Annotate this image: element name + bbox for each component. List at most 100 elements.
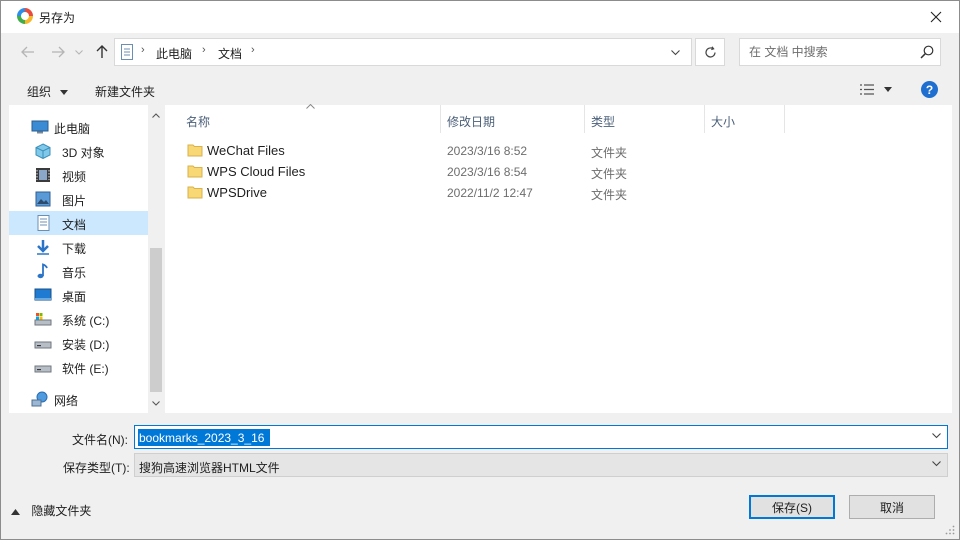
scroll-down-icon[interactable]	[152, 401, 160, 406]
sidebar-item-label: 软件 (E:)	[62, 362, 109, 376]
document-location-icon	[121, 44, 133, 60]
organize-label: 组织	[27, 85, 52, 99]
filename-label: 文件名(N):	[72, 433, 128, 447]
sidebar-item-network[interactable]: 网络	[9, 387, 148, 411]
file-type: 文件夹	[591, 188, 628, 202]
hide-folders-toggle[interactable]: 隐藏文件夹	[11, 502, 91, 519]
address-bar[interactable]: › 此电脑 › 文档 ›	[114, 38, 692, 66]
filetype-label: 保存类型(T):	[63, 461, 130, 475]
sidebar-item-music[interactable]: 音乐	[9, 259, 148, 283]
sidebar-item-videos[interactable]: 视频	[9, 163, 148, 187]
back-button[interactable]	[17, 41, 39, 63]
help-button[interactable]: ?	[921, 81, 938, 98]
column-header-name[interactable]: 名称	[180, 104, 441, 133]
breadcrumb-documents[interactable]: 文档	[218, 45, 242, 62]
cube-3d-icon	[35, 143, 51, 159]
sidebar-item-label: 系统 (C:)	[62, 314, 110, 328]
up-button[interactable]	[91, 41, 113, 63]
folder-icon	[187, 165, 203, 178]
arrow-up-icon	[96, 45, 108, 58]
breadcrumb-this-pc[interactable]: 此电脑	[156, 45, 192, 62]
file-modified: 2022/11/2 12:47	[447, 186, 533, 200]
title-bar: 另存为	[1, 1, 959, 33]
column-header-label: 类型	[591, 115, 616, 129]
sidebar-item-label: 视频	[62, 170, 87, 184]
column-header-label: 名称	[186, 115, 211, 129]
caret-down-icon	[884, 87, 893, 92]
filetype-select[interactable]: 搜狗高速浏览器HTML文件	[134, 453, 948, 477]
organize-button[interactable]: 组织	[27, 83, 69, 100]
sidebar-item-label: 3D 对象	[62, 146, 105, 160]
details-view-icon	[860, 84, 874, 95]
folder-icon	[187, 186, 203, 199]
new-folder-button[interactable]: 新建文件夹	[95, 83, 155, 100]
chevron-down-icon[interactable]	[671, 50, 680, 56]
breadcrumb-separator: ›	[202, 44, 206, 56]
sidebar-item-label: 文档	[62, 218, 87, 232]
file-list: 名称 修改日期 类型 大小 WeChat Files 2023/3/16 8:5…	[165, 104, 952, 413]
scroll-up-icon[interactable]	[152, 113, 160, 118]
sidebar-item-documents[interactable]: 文档	[9, 211, 148, 235]
sidebar-item-label: 安装 (D:)	[62, 338, 110, 352]
sidebar-item-label: 音乐	[62, 266, 87, 280]
search-icon[interactable]	[920, 45, 934, 59]
search-box[interactable]	[739, 38, 941, 66]
column-header-size[interactable]: 大小	[705, 105, 785, 133]
column-header-date[interactable]: 修改日期	[441, 105, 585, 133]
arrow-left-icon	[21, 46, 34, 58]
sort-ascending-icon	[306, 104, 315, 109]
resize-grip-icon[interactable]	[945, 525, 955, 535]
view-options-button[interactable]	[859, 83, 893, 99]
desktop-icon	[34, 288, 52, 301]
filename-combobox[interactable]	[134, 425, 948, 449]
sidebar-item-this-pc[interactable]: 此电脑	[9, 115, 148, 139]
computer-icon	[31, 120, 49, 134]
sidebar-item-label: 桌面	[62, 290, 87, 304]
file-row[interactable]: WPSDrive 2022/11/2 12:47 文件夹	[165, 182, 952, 203]
refresh-button[interactable]	[695, 38, 725, 66]
chevron-down-icon[interactable]	[932, 433, 941, 439]
chevron-down-icon	[75, 49, 83, 55]
close-icon	[930, 11, 942, 22]
search-input[interactable]	[740, 39, 910, 65]
sidebar-item-system-drive[interactable]: 系统 (C:)	[9, 307, 148, 331]
sidebar-scroll-thumb[interactable]	[150, 248, 162, 392]
file-row[interactable]: WPS Cloud Files 2023/3/16 8:54 文件夹	[165, 161, 952, 182]
sidebar-item-desktop[interactable]: 桌面	[9, 283, 148, 307]
sidebar-item-drive-e[interactable]: 软件 (E:)	[9, 355, 148, 379]
hide-folders-label: 隐藏文件夹	[31, 504, 92, 518]
chevron-down-icon	[932, 461, 941, 467]
file-name: WPS Cloud Files	[207, 164, 306, 179]
filetype-value: 搜狗高速浏览器HTML文件	[139, 461, 280, 475]
sidebar-item-label: 下载	[62, 242, 87, 256]
recent-locations-button[interactable]	[71, 41, 87, 63]
sidebar-item-3d-objects[interactable]: 3D 对象	[9, 139, 148, 163]
browser-app-icon	[17, 8, 33, 24]
breadcrumb-separator: ›	[141, 44, 145, 56]
folder-icon	[187, 144, 203, 157]
column-header-type[interactable]: 类型	[585, 105, 705, 133]
arrow-right-icon	[52, 46, 65, 58]
music-icon	[37, 263, 48, 279]
system-drive-icon	[34, 313, 52, 326]
navigation-pane: 此电脑 3D 对象 视频 图片 文档 下载 音乐 桌面 系统 (C:) 安装 (…	[9, 105, 164, 413]
sidebar-item-drive-d[interactable]: 安装 (D:)	[9, 331, 148, 355]
file-name: WeChat Files	[207, 143, 285, 158]
sidebar-item-label: 图片	[62, 194, 87, 208]
close-button[interactable]	[913, 1, 959, 32]
video-icon	[36, 168, 50, 182]
filename-input[interactable]	[138, 429, 270, 446]
window-title: 另存为	[39, 11, 76, 25]
sidebar-item-downloads[interactable]: 下载	[9, 235, 148, 259]
column-header-label: 大小	[711, 115, 736, 129]
toolbar: 组织 新建文件夹	[1, 75, 959, 105]
cancel-button[interactable]: 取消	[849, 495, 935, 519]
help-icon: ?	[925, 82, 934, 97]
file-row[interactable]: WeChat Files 2023/3/16 8:52 文件夹	[165, 140, 952, 161]
sidebar-item-label: 网络	[54, 394, 79, 408]
save-button[interactable]: 保存(S)	[749, 495, 835, 519]
forward-button[interactable]	[47, 41, 69, 63]
sidebar-item-pictures[interactable]: 图片	[9, 187, 148, 211]
caret-down-icon	[60, 90, 69, 96]
file-type: 文件夹	[591, 146, 628, 160]
